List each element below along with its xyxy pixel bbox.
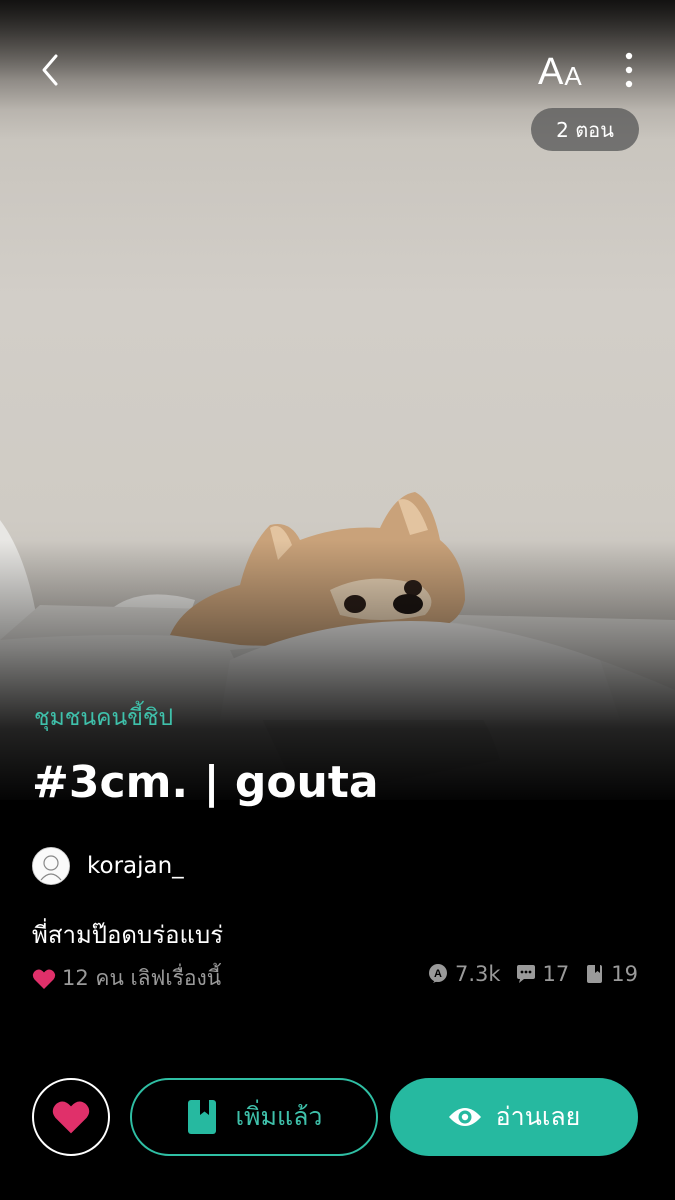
book-icon xyxy=(587,965,603,983)
story-counts: A 7.3k 17 19 xyxy=(413,962,638,986)
author-row[interactable]: korajan_ xyxy=(32,847,184,885)
avatar-icon xyxy=(33,848,69,884)
read-now-button[interactable]: อ่านเลย xyxy=(390,1078,638,1156)
back-button[interactable] xyxy=(30,48,74,92)
add-to-library-label: เพิ่มแล้ว xyxy=(235,1102,323,1131)
font-size-icon-small: A xyxy=(564,61,582,91)
add-to-library-button[interactable]: เพิ่มแล้ว xyxy=(130,1078,378,1156)
bookmark-book-icon xyxy=(187,1100,216,1134)
read-now-label: อ่านเลย xyxy=(495,1102,581,1131)
eye-icon xyxy=(448,1108,481,1126)
author-name: korajan_ xyxy=(87,853,184,879)
font-size-button[interactable]: AA xyxy=(538,48,594,92)
heart-icon xyxy=(52,1101,90,1134)
chapters-count: 19 xyxy=(611,962,638,986)
episode-count-badge: 2 ตอน xyxy=(531,108,639,151)
story-category-link[interactable]: ชุมชนคนขี้ชิป xyxy=(34,700,173,736)
stats-row: 12 คน เลิฟเรื่องนี้ A 7.3k 17 19 xyxy=(32,962,638,992)
chapters-stat: 19 xyxy=(583,962,638,986)
like-button[interactable] xyxy=(32,1078,110,1156)
avatar xyxy=(32,847,70,885)
more-vertical-icon xyxy=(625,52,633,88)
views-count: 7.3k xyxy=(454,962,501,986)
heart-icon xyxy=(32,969,56,989)
likes-text: 12 คน เลิฟเรื่องนี้ xyxy=(62,966,222,990)
svg-text:A: A xyxy=(434,968,442,980)
back-arrow-icon xyxy=(42,54,58,86)
comments-count: 17 xyxy=(542,962,570,986)
comment-icon xyxy=(516,965,535,983)
comments-stat: 17 xyxy=(515,962,570,986)
views-icon: A xyxy=(428,964,447,983)
views-stat: A 7.3k xyxy=(427,962,501,986)
story-title: #3cm. | gouta xyxy=(32,757,379,808)
more-options-button[interactable] xyxy=(612,48,646,92)
story-description: พี่สามป๊อดบร่อแบร่ xyxy=(32,921,224,949)
likes-stat: 12 คน เลิฟเรื่องนี้ xyxy=(32,962,221,995)
font-size-icon-large: A xyxy=(538,51,564,93)
